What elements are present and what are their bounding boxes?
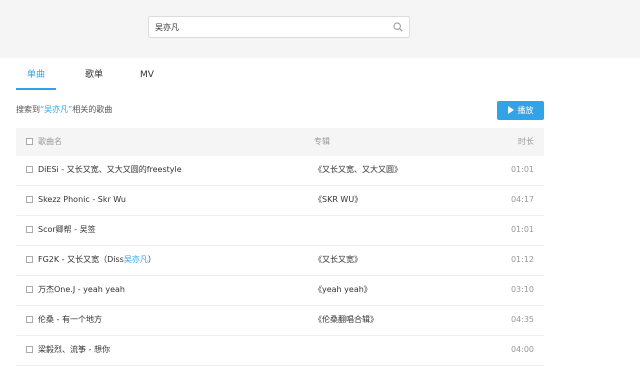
- song-duration: 01:01: [510, 225, 534, 234]
- song-duration: 01:01: [510, 165, 534, 174]
- search-result-info: 搜索到“吴亦凡”相关的歌曲: [16, 104, 112, 116]
- tab-bar: 单曲 歌单 MV: [16, 60, 544, 90]
- album-name[interactable]: 《SKR WU》: [314, 186, 362, 214]
- table-row[interactable]: 万杰One.J - yeah yeah 《yeah yeah》 03:10: [16, 276, 544, 306]
- result-keyword: “吴亦凡”: [40, 105, 73, 114]
- tab-mv[interactable]: MV: [132, 60, 162, 90]
- tab-playlists[interactable]: 歌单: [74, 60, 114, 90]
- song-name[interactable]: 梁毅烈、流筝 - 想你: [38, 336, 110, 364]
- play-all-button[interactable]: 播放: [497, 101, 544, 120]
- table-row[interactable]: 梁毅烈、流筝 - 想你 04:00: [16, 336, 544, 366]
- play-icon: [507, 106, 514, 114]
- tab-songs[interactable]: 单曲: [16, 60, 56, 90]
- song-name[interactable]: 伦桑 - 有一个地方: [38, 306, 102, 334]
- result-suffix: 相关的歌曲: [72, 105, 113, 114]
- album-name[interactable]: 《又长又宽》: [314, 246, 362, 274]
- header-album: 专辑: [314, 137, 330, 146]
- search-input[interactable]: [155, 19, 385, 35]
- select-all-checkbox[interactable]: [26, 138, 33, 145]
- song-duration: 04:35: [510, 315, 534, 324]
- table-row[interactable]: FG2K - 又长又宽（Diss吴亦凡） 《又长又宽》 01:12: [16, 246, 544, 276]
- header-duration: 时长: [518, 137, 534, 146]
- song-name[interactable]: Skezz Phonic - Skr Wu: [38, 186, 126, 214]
- album-name[interactable]: 《伦桑翻唱合辑》: [314, 306, 378, 334]
- search-icon[interactable]: [393, 22, 403, 32]
- row-checkbox[interactable]: [26, 226, 33, 233]
- row-checkbox[interactable]: [26, 196, 33, 203]
- row-checkbox[interactable]: [26, 316, 33, 323]
- top-bar: [0, 0, 640, 58]
- song-duration: 04:00: [510, 345, 534, 354]
- album-name[interactable]: 《又长又宽、又大又圆》: [314, 156, 402, 184]
- song-name[interactable]: FG2K - 又长又宽（Diss吴亦凡）: [38, 246, 156, 274]
- play-button-label: 播放: [517, 106, 534, 115]
- album-name[interactable]: 《yeah yeah》: [314, 276, 372, 304]
- song-duration: 01:12: [510, 255, 534, 264]
- header-song-name: 歌曲名: [38, 137, 62, 146]
- search-box[interactable]: [148, 16, 410, 38]
- song-name-part: FG2K - 又长又宽（Diss: [38, 255, 124, 264]
- table-row[interactable]: DiESi - 又长又宽、又大又圆的freestyle 《又长又宽、又大又圆》 …: [16, 156, 544, 186]
- song-name-highlight[interactable]: 吴亦凡: [124, 255, 148, 264]
- song-name[interactable]: Scor卿帮 - 吴签: [38, 216, 96, 244]
- table-header: 歌曲名 专辑 时长: [16, 128, 544, 156]
- song-name[interactable]: 万杰One.J - yeah yeah: [38, 276, 125, 304]
- song-duration: 04:17: [510, 195, 534, 204]
- song-duration: 03:10: [510, 285, 534, 294]
- row-checkbox[interactable]: [26, 256, 33, 263]
- table-row[interactable]: Scor卿帮 - 吴签 01:01: [16, 216, 544, 246]
- song-table: 歌曲名 专辑 时长 DiESi - 又长又宽、又大又圆的freestyle 《又…: [16, 128, 544, 366]
- row-checkbox[interactable]: [26, 346, 33, 353]
- song-name[interactable]: DiESi - 又长又宽、又大又圆的freestyle: [38, 156, 182, 184]
- table-row[interactable]: 伦桑 - 有一个地方 《伦桑翻唱合辑》 04:35: [16, 306, 544, 336]
- row-checkbox[interactable]: [26, 166, 33, 173]
- song-name-part: ）: [147, 255, 156, 264]
- row-checkbox[interactable]: [26, 286, 33, 293]
- table-row[interactable]: Skezz Phonic - Skr Wu 《SKR WU》 04:17: [16, 186, 544, 216]
- result-prefix: 搜索到: [16, 105, 40, 114]
